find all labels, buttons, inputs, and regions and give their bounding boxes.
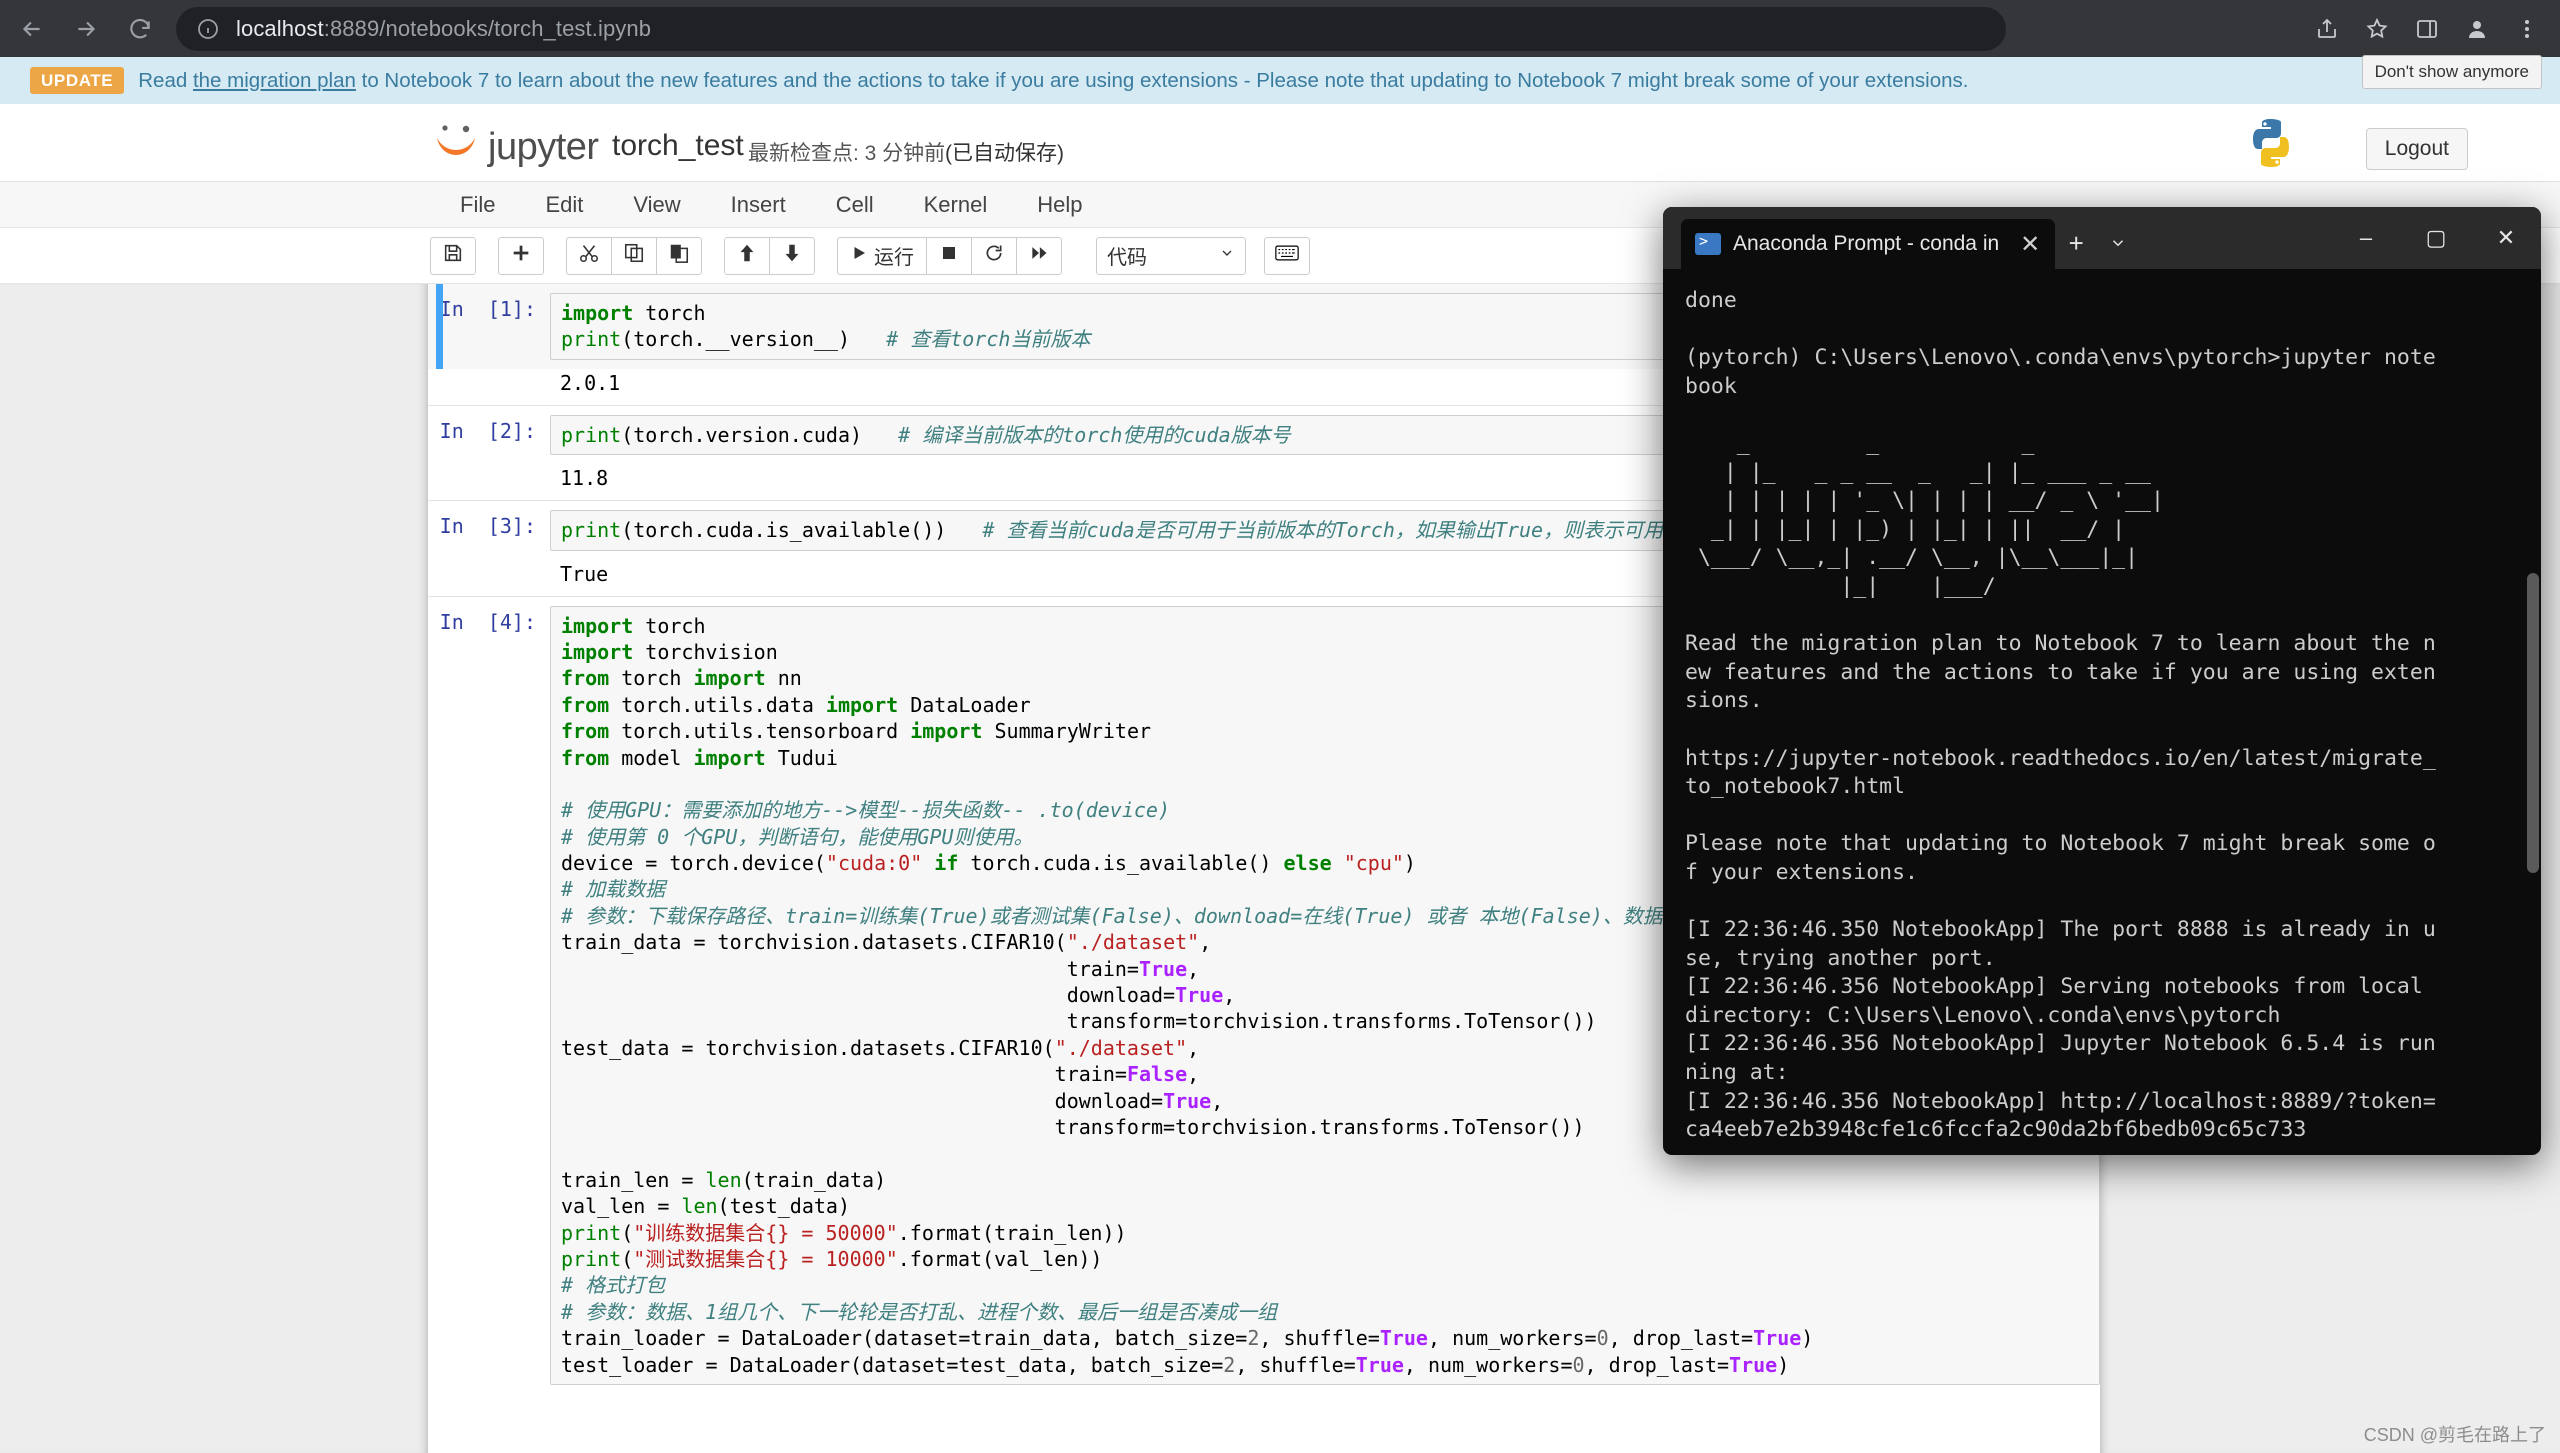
share-icon[interactable] [2308, 10, 2346, 48]
move-cell-down-button[interactable] [769, 236, 815, 275]
restart-icon [984, 243, 1004, 268]
menu-kebab-icon[interactable] [2508, 10, 2546, 48]
profile-icon[interactable] [2458, 10, 2496, 48]
browser-toolbar: localhost:8889/notebooks/torch_test.ipyn… [0, 0, 2560, 57]
bookmark-star-icon[interactable] [2358, 10, 2396, 48]
jupyter-logo-icon [432, 122, 480, 166]
run-cell-button[interactable]: 运行 [837, 236, 927, 275]
checkpoint-status: 最新检查点: 3 分钟前 [748, 142, 946, 165]
menu-item-help[interactable]: Help [1012, 182, 1107, 228]
autosave-status: (已自动保存) [945, 142, 1064, 165]
paste-icon [668, 242, 690, 269]
insert-cell-below-button[interactable] [498, 236, 544, 275]
update-notification-banner: UPDATE Read the migration plan to Notebo… [0, 57, 2560, 104]
python-kernel-icon [2247, 117, 2295, 169]
update-badge: UPDATE [30, 67, 125, 94]
restart-and-run-all-button[interactable] [1016, 236, 1062, 275]
cell-prompt: In [1]: [439, 297, 536, 321]
banner-text-before: Read [138, 68, 193, 92]
reload-icon [127, 16, 153, 42]
cell-type-value: 代码 [1107, 247, 1147, 269]
clipboard-group [566, 236, 702, 275]
forward-button[interactable] [64, 7, 108, 51]
anaconda-prompt-window[interactable]: Anaconda Prompt - conda in ✕ + – ▢ ✕ don… [1663, 207, 2541, 1155]
move-cell-up-button[interactable] [724, 236, 770, 275]
play-icon [850, 244, 868, 268]
chevron-down-icon [1219, 244, 1235, 267]
paste-cell-button[interactable] [656, 236, 702, 275]
run-label: 运行 [874, 247, 914, 269]
minimize-button[interactable]: – [2331, 207, 2401, 269]
copy-icon [623, 242, 645, 269]
copy-cell-button[interactable] [611, 236, 657, 275]
run-group: 运行 [837, 236, 1062, 275]
url-host: localhost [236, 15, 324, 41]
stop-icon [940, 244, 958, 267]
address-bar[interactable]: localhost:8889/notebooks/torch_test.ipyn… [176, 6, 2006, 51]
menu-item-edit[interactable]: Edit [520, 182, 608, 228]
add-cell-icon [510, 242, 532, 269]
insert-cell-group [498, 236, 544, 275]
output-prompt [428, 371, 550, 395]
menu-item-file[interactable]: File [435, 182, 520, 228]
logout-button[interactable]: Logout [2365, 128, 2468, 170]
terminal-tab[interactable]: Anaconda Prompt - conda in ✕ [1681, 219, 2056, 269]
terminal-titlebar[interactable]: Anaconda Prompt - conda in ✕ + – ▢ ✕ [1663, 207, 2541, 269]
info-circle-icon[interactable] [196, 17, 220, 41]
move-up-icon [736, 242, 758, 269]
chevron-down-icon[interactable] [2097, 222, 2139, 264]
terminal-output[interactable]: done (pytorch) C:\Users\Lenovo\.conda\en… [1663, 269, 2541, 1155]
jupyter-header: jupyter torch_test 最新检查点: 3 分钟前 (已自动保存) … [0, 104, 2560, 182]
url-path: :8889/notebooks/torch_test.ipynb [323, 15, 652, 41]
watermark: CSDN @剪毛在路上了 [2363, 1425, 2546, 1445]
forward-arrow-icon [73, 16, 99, 42]
back-arrow-icon [19, 16, 45, 42]
menu-item-view[interactable]: View [608, 182, 705, 228]
jupyter-logo-text: jupyter [488, 126, 599, 168]
interrupt-kernel-button[interactable] [926, 236, 972, 275]
back-button[interactable] [10, 7, 54, 51]
cut-icon [578, 242, 600, 269]
restart-kernel-button[interactable] [971, 236, 1017, 275]
cell-prompt: In [2]: [439, 418, 536, 443]
menu-item-kernel[interactable]: Kernel [899, 182, 1013, 228]
jupyter-logo[interactable]: jupyter [432, 122, 599, 166]
cell-prompt: In [4]: [439, 609, 536, 634]
menu-item-cell[interactable]: Cell [811, 182, 899, 228]
move-down-icon [781, 242, 803, 269]
command-palette-button[interactable] [1264, 236, 1310, 275]
cut-cell-button[interactable] [566, 236, 612, 275]
output-prompt [428, 466, 550, 490]
new-tab-icon[interactable]: + [2055, 222, 2097, 264]
close-window-button[interactable]: ✕ [2471, 207, 2541, 269]
window-controls: – ▢ ✕ [2331, 207, 2541, 269]
banner-text-after: to Notebook 7 to learn about the new fea… [355, 68, 1969, 92]
migration-plan-link[interactable]: the migration plan [193, 69, 356, 92]
move-group [724, 236, 815, 275]
menu-item-insert[interactable]: Insert [706, 182, 811, 228]
address-bar-url: localhost:8889/notebooks/torch_test.ipyn… [236, 16, 651, 42]
save-icon [442, 242, 464, 269]
restart-run-all-icon [1029, 243, 1049, 268]
keyboard-icon [1275, 244, 1299, 267]
notebook-title[interactable]: torch_test [612, 129, 744, 163]
page-left-gutter [0, 284, 428, 1453]
output-prompt [428, 562, 550, 586]
close-icon[interactable]: ✕ [2015, 229, 2045, 259]
terminal-tab-title: Anaconda Prompt - conda in [1733, 232, 2000, 255]
terminal-icon [1695, 232, 1721, 255]
dont-show-anymore-button[interactable]: Don't show anymore [2361, 55, 2542, 89]
update-banner-text: Read the migration plan to Notebook 7 to… [138, 69, 1968, 93]
terminal-scrollbar[interactable] [2527, 273, 2539, 1149]
save-button[interactable] [430, 236, 476, 275]
maximize-button[interactable]: ▢ [2401, 207, 2471, 269]
browser-actions [2308, 10, 2546, 48]
scrollbar-thumb[interactable] [2527, 573, 2539, 873]
reload-button[interactable] [118, 7, 162, 51]
save-group [430, 236, 476, 275]
cell-prompt: In [3]: [439, 514, 536, 539]
sidepanel-icon[interactable] [2408, 10, 2446, 48]
cell-type-select[interactable]: 代码 [1096, 236, 1246, 275]
